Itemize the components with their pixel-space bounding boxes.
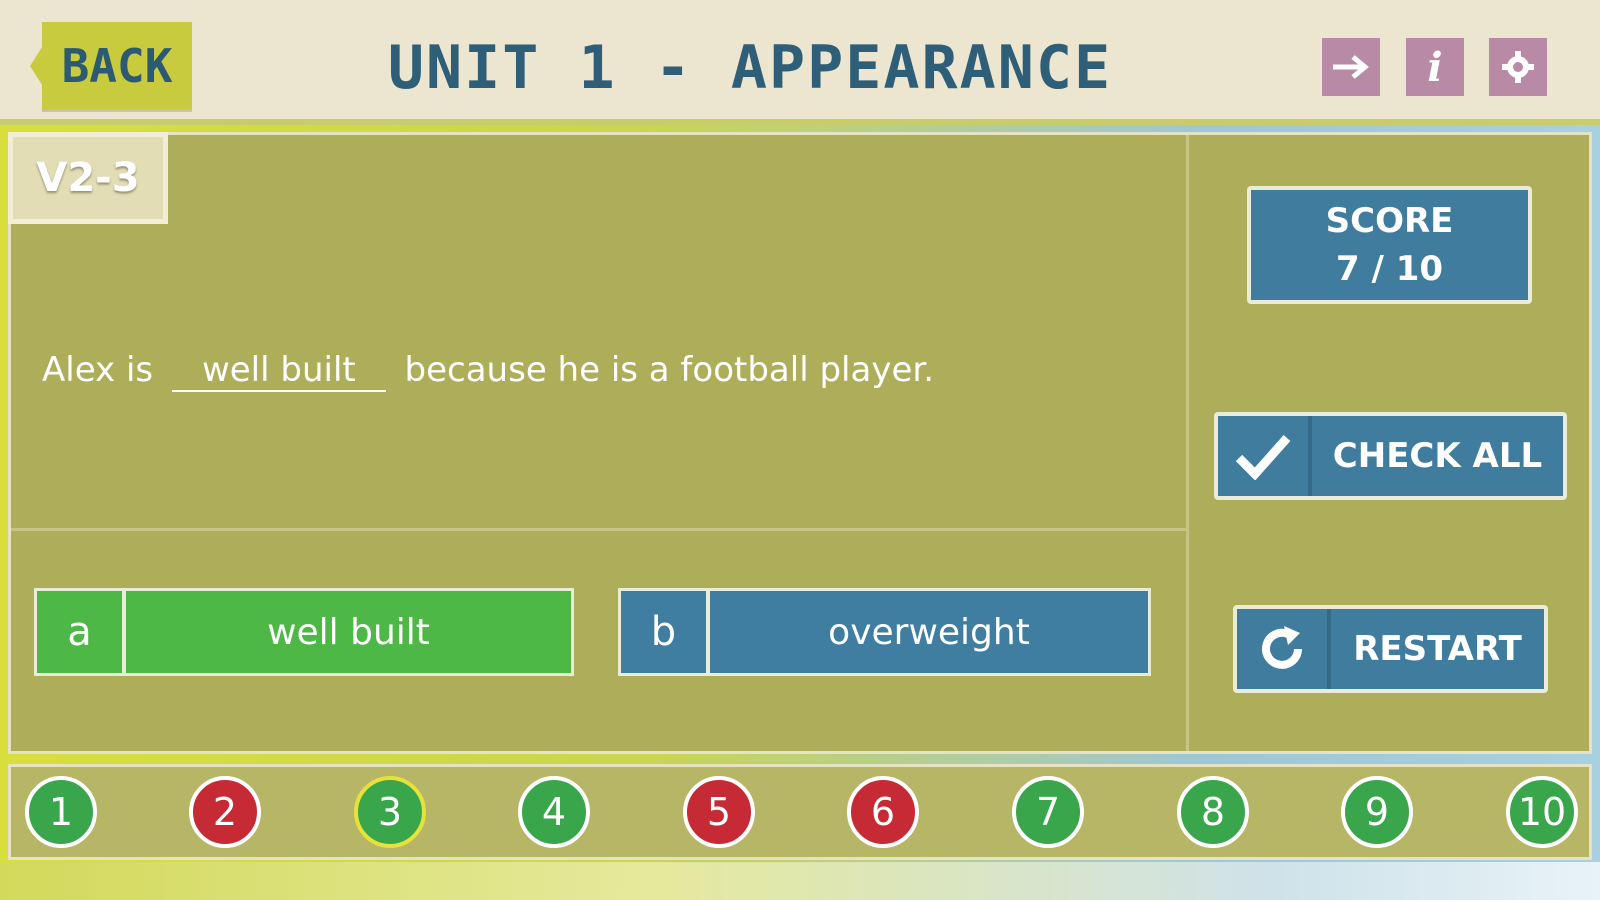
question-dot-5[interactable]: 5 [683,776,755,848]
back-button[interactable]: BACK [30,22,192,110]
answer-text: overweight [828,611,1030,653]
question-dot-4[interactable]: 4 [518,776,590,848]
panel-divider [11,528,1186,531]
decorative-strip [0,862,1600,900]
question-dot-9[interactable]: 9 [1341,776,1413,848]
score-box: SCORE 7 / 10 [1247,186,1532,304]
check-all-button[interactable]: CHECK ALL [1214,412,1567,500]
answer-letter: b [621,591,710,673]
question-dot-2[interactable]: 2 [189,776,261,848]
arrow-right-icon[interactable] [1322,38,1380,96]
restart-button[interactable]: RESTART [1233,605,1548,693]
answer-blank[interactable]: well built [171,350,386,392]
answer-option-a[interactable]: a well built [34,588,574,676]
question-dot-6[interactable]: 6 [847,776,919,848]
restart-label: RESTART [1353,629,1522,669]
answer-letter: a [37,591,126,673]
answer-text: well built [267,611,430,653]
score-label: SCORE [1325,201,1454,241]
question-after: because he is a football player. [404,350,935,390]
top-bar: BACK UNIT 1 - APPEARANCE i [0,0,1600,125]
info-icon[interactable]: i [1406,38,1464,96]
question-dot-7[interactable]: 7 [1012,776,1084,848]
level-tag: V2-3 [8,132,168,224]
question-before: Alex is [42,350,154,390]
panel-divider [1186,135,1189,751]
page-title: UNIT 1 - APPEARANCE [387,33,1113,103]
question-dot-1[interactable]: 1 [25,776,97,848]
refresh-icon [1237,609,1331,689]
question-dot-10[interactable]: 10 [1506,776,1578,848]
answer-option-b[interactable]: b overweight [618,588,1151,676]
question-dot-8[interactable]: 8 [1177,776,1249,848]
score-value: 7 / 10 [1335,249,1444,289]
gear-icon[interactable] [1489,38,1547,96]
checkmark-icon [1218,416,1312,496]
question-dot-3[interactable]: 3 [354,776,426,848]
check-all-label: CHECK ALL [1332,436,1543,476]
question-text: Alex is well built because he is a footb… [42,350,934,392]
